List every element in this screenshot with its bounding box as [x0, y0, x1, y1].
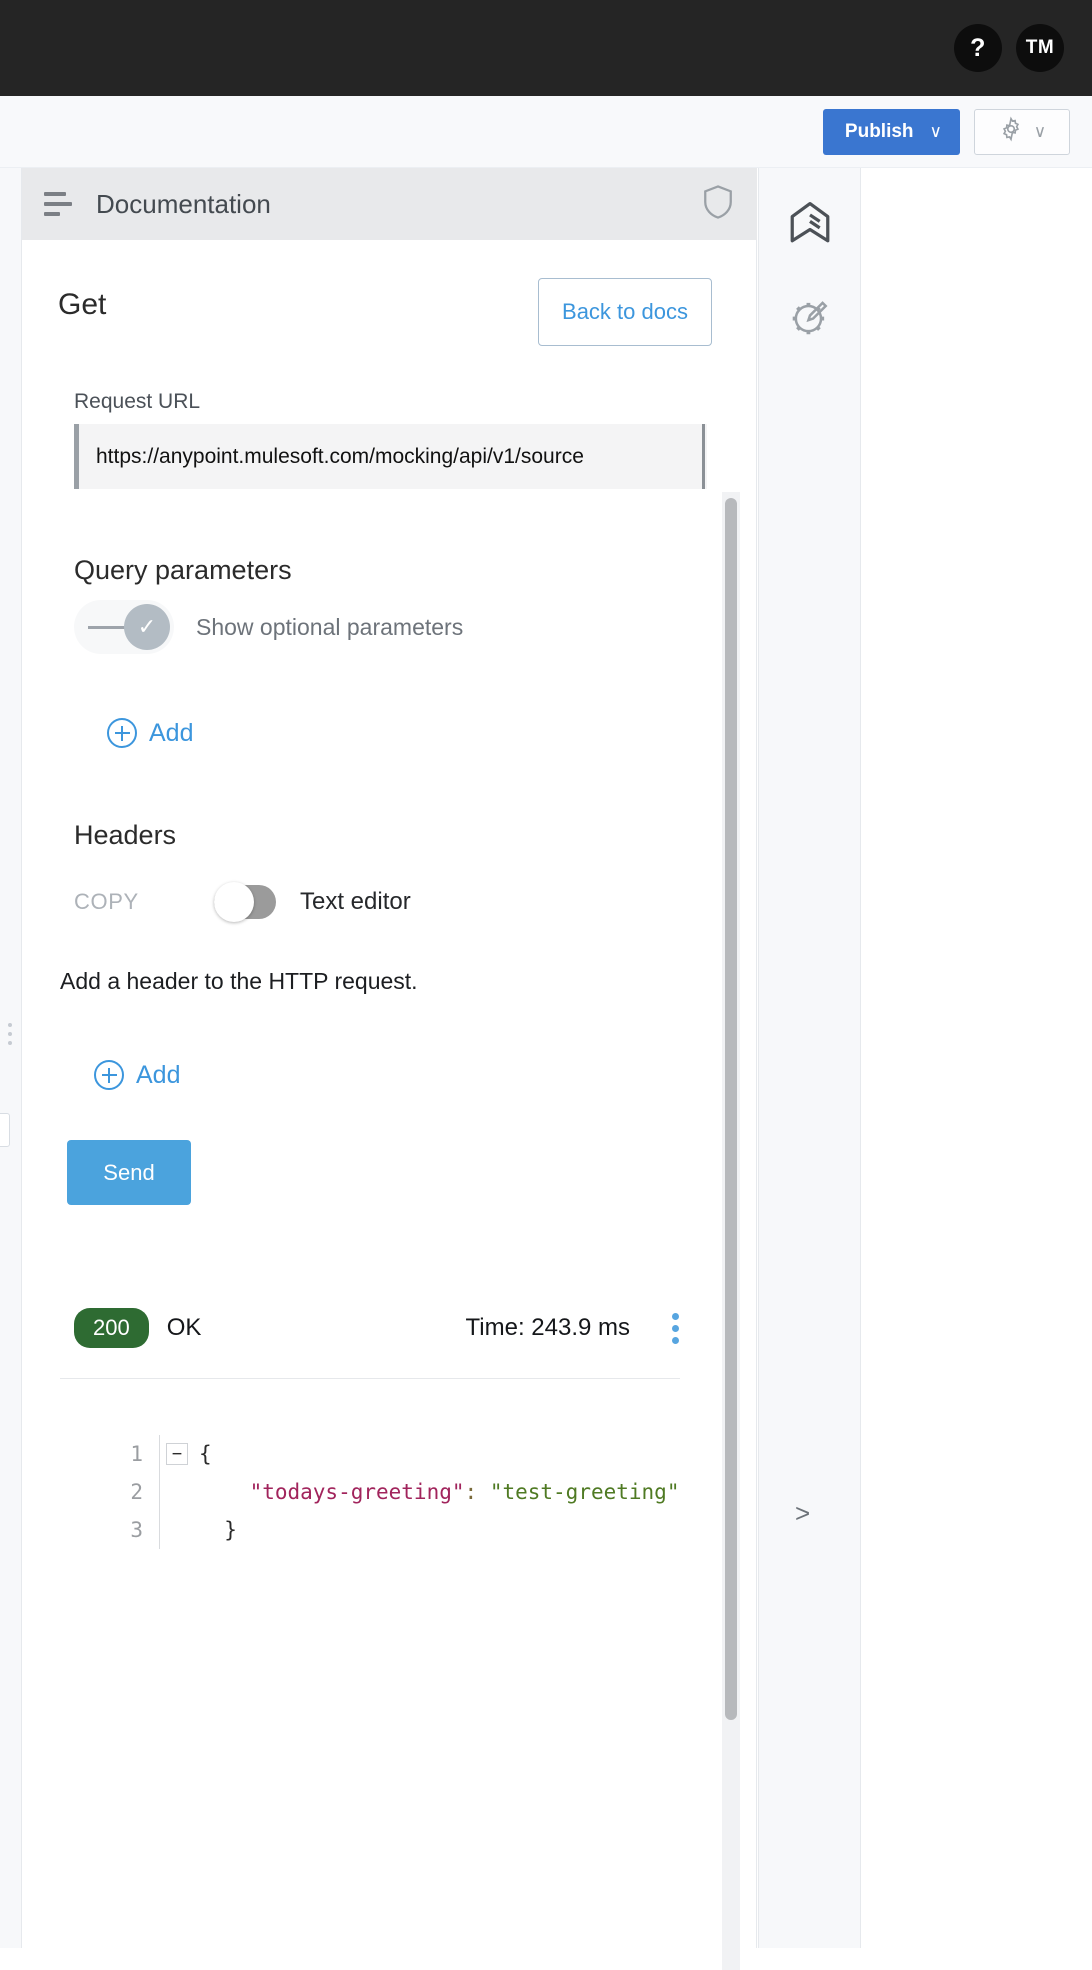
kebab-menu-icon[interactable]: [672, 1313, 679, 1344]
plus-circle-icon: [107, 718, 137, 748]
copy-button[interactable]: COPY: [74, 889, 214, 915]
collapse-icon[interactable]: −: [166, 1443, 188, 1465]
code-token: {: [199, 1442, 212, 1466]
response-divider: [60, 1378, 680, 1379]
status-text: OK: [167, 1314, 202, 1342]
headers-controls-row: COPY Text editor: [74, 885, 411, 919]
query-parameters-heading: Query parameters: [74, 555, 292, 586]
code-line-number: 2: [117, 1473, 159, 1511]
top-navigation-bar: ? TM: [0, 0, 1092, 96]
help-button[interactable]: ?: [954, 24, 1002, 72]
send-button[interactable]: Send: [67, 1140, 191, 1205]
far-right-panel: [861, 168, 1092, 1948]
content-scrollbar-thumb[interactable]: [725, 498, 737, 1720]
publish-button[interactable]: Publish ∨: [823, 109, 960, 155]
add-query-parameter-label: Add: [149, 719, 193, 748]
request-url-label: Request URL: [74, 390, 200, 414]
publish-label: Publish: [845, 121, 914, 143]
code-line-text: {: [199, 1435, 212, 1473]
toggle-knob: [214, 882, 254, 922]
gear-pencil-icon[interactable]: [785, 292, 835, 342]
action-toolbar: Publish ∨ ∨: [0, 96, 1092, 168]
back-to-docs-button[interactable]: Back to docs: [538, 278, 712, 346]
chevron-down-icon: ∨: [930, 123, 942, 140]
add-header-label: Add: [136, 1061, 180, 1090]
method-title: Get: [58, 288, 106, 322]
hamburger-icon[interactable]: [44, 192, 74, 216]
headers-heading: Headers: [74, 820, 176, 851]
plus-circle-icon: [94, 1060, 124, 1090]
response-time: Time: 243.9 ms: [466, 1314, 631, 1342]
text-editor-label: Text editor: [300, 888, 411, 916]
left-rail: [0, 168, 22, 1948]
panel-resize-handle[interactable]: [8, 1023, 12, 1045]
text-editor-toggle[interactable]: [214, 885, 276, 919]
response-status-row: 200 OK Time: 243.9 ms: [74, 1308, 679, 1348]
code-fold-column: −: [159, 1435, 199, 1473]
shield-icon[interactable]: [701, 183, 735, 226]
show-optional-parameters-label: Show optional parameters: [196, 614, 463, 641]
request-console-panel: Get Back to docs Request URL https://any…: [22, 240, 757, 1948]
book-bookmark-icon[interactable]: [785, 198, 835, 248]
gear-icon: [998, 116, 1024, 147]
chevron-down-icon: ∨: [1034, 123, 1046, 140]
status-badge: 200: [74, 1308, 149, 1348]
code-line-number: 1: [117, 1435, 159, 1473]
code-token: "todays-greeting": [199, 1480, 465, 1504]
code-fold-column: [159, 1511, 199, 1549]
code-fold-column: [159, 1473, 199, 1511]
show-optional-parameters-row: ✓ Show optional parameters: [74, 600, 463, 654]
documentation-panel-header: Documentation: [22, 168, 757, 240]
add-header-button[interactable]: Add: [94, 1060, 180, 1090]
response-body-code[interactable]: 1−{2 "todays-greeting": "test-greeting"3…: [117, 1435, 679, 1549]
right-icon-rail: >: [758, 168, 861, 1948]
page-title: Documentation: [96, 189, 271, 220]
avatar[interactable]: TM: [1016, 24, 1064, 72]
code-token: :: [465, 1480, 490, 1504]
headers-hint-text: Add a header to the HTTP request.: [60, 968, 418, 995]
code-line: 3 }: [117, 1511, 679, 1549]
request-url-caret: [702, 424, 705, 489]
code-token: "test-greeting": [490, 1480, 680, 1504]
request-url-input[interactable]: https://anypoint.mulesoft.com/mocking/ap…: [74, 424, 707, 489]
show-optional-parameters-toggle[interactable]: ✓: [74, 600, 174, 654]
code-line: 1−{: [117, 1435, 679, 1473]
add-query-parameter-button[interactable]: Add: [107, 718, 193, 748]
code-token: }: [199, 1518, 237, 1542]
expand-right-panel-button[interactable]: >: [795, 1498, 810, 1529]
code-line-text: }: [199, 1511, 237, 1549]
check-icon: ✓: [124, 604, 170, 650]
toggle-track: [88, 626, 128, 629]
request-console-inner: Get Back to docs Request URL https://any…: [22, 240, 719, 1948]
left-collapse-tab[interactable]: [0, 1113, 10, 1147]
settings-button[interactable]: ∨: [974, 109, 1070, 155]
code-line: 2 "todays-greeting": "test-greeting": [117, 1473, 679, 1511]
code-line-text: "todays-greeting": "test-greeting": [199, 1473, 679, 1511]
code-line-number: 3: [117, 1511, 159, 1549]
